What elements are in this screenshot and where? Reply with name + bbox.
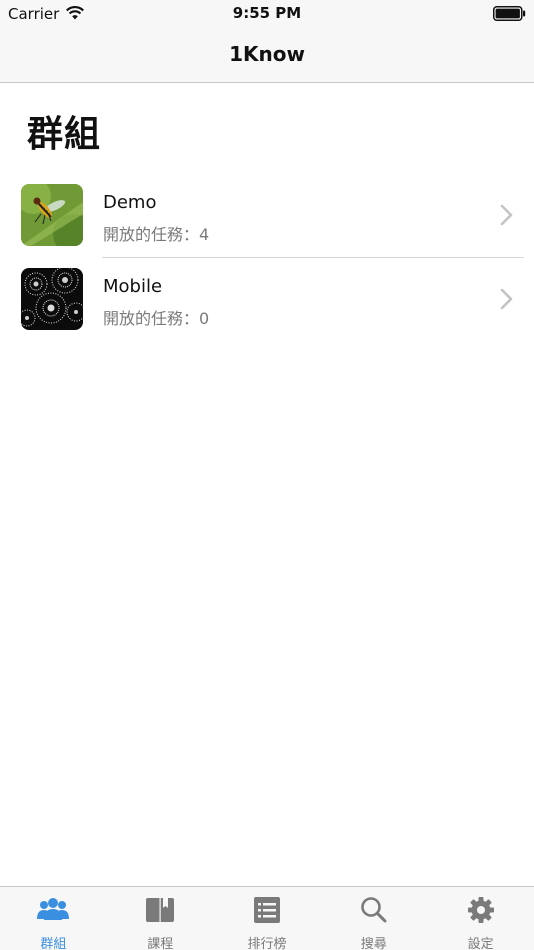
- battery-icon: [493, 6, 526, 21]
- group-list: Demo 開放的任務：4 Mobile 開放的任務：0: [0, 174, 534, 342]
- group-row-mobile[interactable]: Mobile 開放的任務：0: [0, 258, 534, 342]
- group-name: Demo: [103, 192, 157, 213]
- tab-label: 課程: [147, 937, 174, 950]
- group-open-tasks: 開放的任務：4: [103, 225, 210, 244]
- book-icon: [146, 898, 175, 922]
- tab-label: 搜尋: [360, 937, 387, 950]
- tab-settings[interactable]: 設定: [427, 887, 534, 950]
- screen: Carrier 9:55 PM 1Know 群組 Demo 開放的任務：4 Mo…: [0, 0, 534, 950]
- search-icon: [360, 897, 387, 923]
- tab-label: 群組: [40, 937, 67, 950]
- group-open-tasks: 開放的任務：0: [103, 309, 210, 328]
- tab-bar: 群組 課程 排行榜 搜尋 設定: [0, 886, 534, 950]
- gear-icon: [467, 897, 494, 923]
- status-bar: Carrier 9:55 PM: [0, 0, 534, 28]
- navigation-bar: 1Know: [0, 28, 534, 83]
- status-time: 9:55 PM: [232, 4, 302, 22]
- tab-label: 排行榜: [247, 937, 287, 950]
- chevron-right-icon: [500, 204, 513, 226]
- group-row-demo[interactable]: Demo 開放的任務：4: [0, 174, 534, 258]
- tab-leaderboard[interactable]: 排行榜: [214, 887, 321, 950]
- chevron-right-icon: [500, 288, 513, 310]
- tab-search[interactable]: 搜尋: [320, 887, 427, 950]
- groups-icon: [37, 898, 70, 920]
- tab-label: 設定: [467, 937, 494, 950]
- page-title: 群組: [27, 114, 102, 155]
- tab-groups[interactable]: 群組: [0, 887, 107, 950]
- list-icon: [253, 897, 280, 923]
- group-thumbnail-insect: [21, 184, 83, 246]
- group-thumbnail-dandelion: [21, 268, 83, 330]
- group-name: Mobile: [103, 276, 163, 297]
- nav-title: 1Know: [229, 42, 305, 66]
- tab-courses[interactable]: 課程: [107, 887, 214, 950]
